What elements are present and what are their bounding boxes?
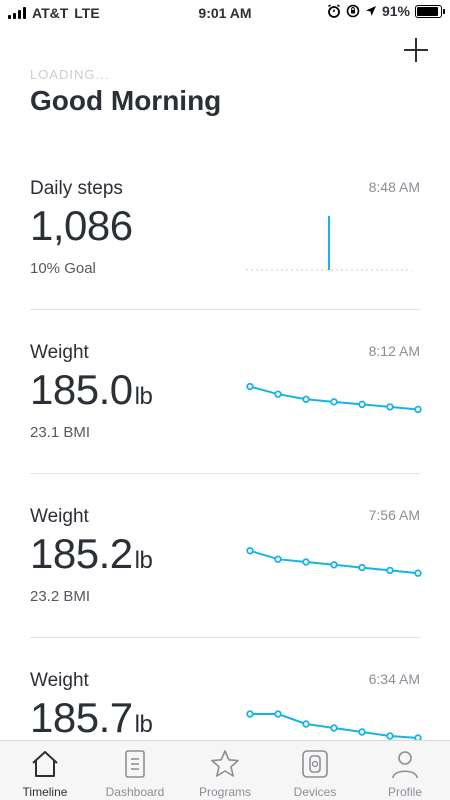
card-time: 8:12 AM xyxy=(368,343,420,359)
weight-sparkline xyxy=(246,382,422,414)
card-value: 185.7lb xyxy=(30,694,153,742)
card-subtitle: 23.1 BMI xyxy=(30,424,91,441)
weight-point xyxy=(330,398,338,406)
weight-point xyxy=(302,558,310,566)
alarm-icon xyxy=(328,4,340,18)
steps-bar xyxy=(328,216,330,270)
card-title: Weight xyxy=(30,670,89,691)
weight-point xyxy=(330,724,338,732)
weight-point xyxy=(330,561,338,569)
tab-label: Devices xyxy=(293,785,337,799)
weight-card[interactable]: Weight 8:12 AM 185.0lb 23.1 BMI xyxy=(30,342,422,452)
tab-bar: Timeline Dashboard Programs Devices Prof… xyxy=(0,740,450,800)
card-value-number: 185.0 xyxy=(30,366,133,413)
weight-card[interactable]: Weight 7:56 AM 185.2lb 23.2 BMI xyxy=(30,506,422,616)
card-value-number: 1,086 xyxy=(30,202,133,249)
person-icon xyxy=(392,751,418,779)
add-button[interactable] xyxy=(404,38,428,62)
battery-icon xyxy=(415,4,445,18)
card-unit: lb xyxy=(134,547,153,574)
weight-sparkline xyxy=(246,710,422,742)
weight-point xyxy=(246,382,254,391)
weight-point xyxy=(358,400,366,409)
card-time: 7:56 AM xyxy=(368,507,420,523)
weight-point xyxy=(358,728,366,736)
divider xyxy=(30,309,420,310)
weight-point xyxy=(302,395,310,403)
card-title: Weight xyxy=(30,506,89,527)
divider xyxy=(30,637,420,638)
weight-sparkline xyxy=(246,547,422,577)
tab-profile[interactable]: Profile xyxy=(360,741,450,800)
card-title: Daily steps xyxy=(30,178,123,199)
card-value: 185.2lb xyxy=(30,530,153,578)
tab-label: Programs xyxy=(198,785,251,799)
tab-label: Profile xyxy=(387,785,422,799)
card-subtitle: 23.2 BMI xyxy=(30,588,91,605)
weight-point xyxy=(274,555,282,563)
weight-point xyxy=(302,720,310,728)
tab-dashboard[interactable]: Dashboard xyxy=(90,741,180,800)
card-value-number: 185.7 xyxy=(30,694,133,741)
status-bar: AT&T LTE 9:01 AM 91% xyxy=(0,0,450,26)
tab-devices[interactable]: Devices xyxy=(270,741,360,800)
tab-label: Timeline xyxy=(22,785,68,799)
card-time: 8:48 AM xyxy=(368,179,420,195)
divider xyxy=(30,473,420,474)
weight-point xyxy=(386,732,394,740)
steps-card[interactable]: Daily steps 8:48 AM 1,086 10% Goal xyxy=(30,178,420,288)
home-icon xyxy=(32,751,58,777)
card-time: 6:34 AM xyxy=(368,671,420,687)
weight-point xyxy=(386,403,394,411)
card-value: 185.0lb xyxy=(30,366,153,414)
page-title: Good Morning xyxy=(30,85,222,116)
tab-timeline[interactable]: Timeline xyxy=(0,741,90,800)
card-title: Weight xyxy=(30,342,89,363)
star-icon xyxy=(211,750,239,777)
card-subtitle: 10% Goal xyxy=(30,260,96,277)
weight-card[interactable]: Weight 6:34 AM 185.7lb xyxy=(30,670,422,742)
watch-icon xyxy=(302,750,328,778)
location-icon xyxy=(365,6,376,16)
tab-programs[interactable]: Programs xyxy=(180,741,270,800)
weight-point xyxy=(414,569,422,577)
card-value: 1,086 xyxy=(30,202,133,250)
card-unit: lb xyxy=(134,383,153,410)
dashboard-icon xyxy=(125,750,145,778)
tab-label: Dashboard xyxy=(105,785,165,799)
loading-label: LOADING... xyxy=(30,67,110,82)
status-right: 91% xyxy=(327,3,445,19)
weight-point xyxy=(246,547,254,555)
weight-point xyxy=(358,563,366,572)
weight-point xyxy=(274,390,282,398)
weight-point xyxy=(414,405,422,414)
weight-point xyxy=(246,710,254,718)
weight-point xyxy=(386,566,394,575)
battery-percent: 91% xyxy=(381,3,410,19)
weight-point xyxy=(274,710,282,718)
card-unit: lb xyxy=(134,711,153,738)
rotation-lock-icon xyxy=(346,4,360,18)
steps-sparkline xyxy=(246,216,412,271)
card-value-number: 185.2 xyxy=(30,530,133,577)
